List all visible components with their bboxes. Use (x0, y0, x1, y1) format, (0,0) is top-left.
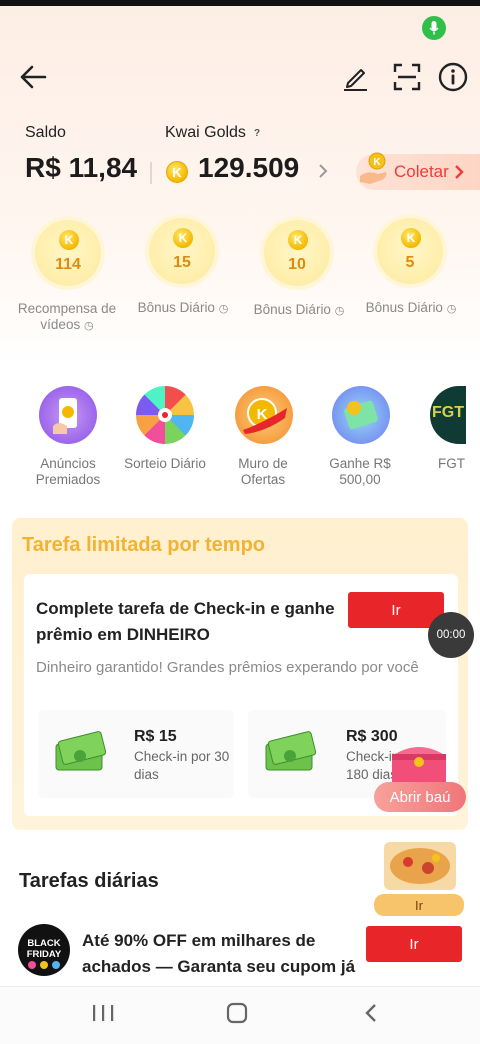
system-back-icon[interactable] (356, 1000, 386, 1026)
bonus-label: Bônus Diário ◷ (253, 302, 345, 317)
limited-task-headline: Complete tarefa de Check-in e ganhe prêm… (36, 599, 335, 644)
daily-task-go-button[interactable]: Ir (366, 926, 462, 962)
coletar-label: Coletar (394, 162, 449, 181)
saldo-label: Saldo (25, 124, 66, 141)
daily-tasks-title: Tarefas diárias (19, 870, 159, 892)
cash-stack-icon (52, 722, 108, 784)
open-chest-button[interactable]: Abrir baú (374, 782, 466, 812)
feature-label: Ganhe R$ 500,00 (329, 456, 391, 487)
reward-amount: R$ 15 (134, 728, 177, 745)
daily-task-text: Até 90% OFF em milhares de achados — Gar… (82, 931, 356, 976)
help-icon[interactable]: ? (254, 128, 266, 140)
kwai-golds-value: 129.509 (198, 152, 300, 183)
back-arrow-icon[interactable] (16, 60, 50, 94)
bonus-value: 15 (173, 254, 191, 271)
bonus-coin-4[interactable]: K 5 (377, 218, 443, 284)
microphone-indicator-icon (422, 16, 446, 40)
chevron-right-icon[interactable] (318, 163, 328, 184)
bonus-value: 5 (405, 254, 415, 271)
treasure-chest-icon[interactable] (386, 736, 452, 788)
bonus-label: Bônus Diário ◷ (365, 300, 457, 315)
gold-coin-icon: K (59, 230, 79, 250)
gold-coin-icon: K (173, 228, 193, 248)
daily-raffle-wheel-icon[interactable] (136, 386, 194, 444)
limited-task-title: Tarefa limitada por tempo (22, 534, 266, 556)
status-bar (0, 0, 480, 6)
gold-coin-icon: K (401, 228, 421, 248)
timer-bubble[interactable]: 00:00 (428, 612, 474, 658)
bonus-coin-2[interactable]: K 15 (149, 218, 215, 284)
limited-task-description: Dinheiro garantido! Grandes prêmios expe… (36, 659, 419, 676)
gold-coin-icon: K (166, 161, 188, 183)
edit-icon[interactable] (338, 60, 372, 94)
reward-subtitle: Check-in por 30 dias (134, 749, 230, 782)
bonus-label: Recompensa de vídeos ◷ (17, 301, 117, 332)
scan-icon[interactable] (390, 60, 424, 94)
hand-coin-icon: K (358, 152, 390, 186)
limited-task-go-button[interactable]: Ir (348, 592, 444, 628)
svg-text:K: K (373, 157, 381, 168)
food-go-button[interactable]: Ir (374, 894, 464, 916)
feature-label: FGT (438, 456, 465, 471)
bonus-coin-1[interactable]: K 114 (35, 220, 101, 286)
feature-label: Muro de Ofertas (238, 456, 288, 487)
home-icon[interactable] (222, 1000, 252, 1026)
recent-apps-icon[interactable] (88, 1000, 118, 1026)
cash-stack-icon (262, 722, 318, 784)
bonus-value: 10 (288, 256, 306, 273)
bonus-value: 114 (55, 256, 81, 273)
coletar-chevron-icon (454, 165, 464, 184)
gold-coin-icon: K (288, 230, 308, 250)
earn-money-icon[interactable] (332, 386, 390, 444)
info-icon[interactable] (436, 60, 470, 94)
feature-label: Anúncios Premiados (35, 456, 101, 487)
offer-wall-icon[interactable]: K (235, 386, 293, 444)
black-friday-avatar: BLACK FRIDAY (18, 924, 70, 976)
premiados-ads-icon[interactable] (39, 386, 97, 444)
divider (150, 162, 152, 184)
bonus-coin-3[interactable]: K 10 (264, 220, 330, 286)
feature-label: Sorteio Diário (124, 456, 206, 471)
kwai-golds-label: Kwai Golds (165, 124, 246, 141)
bonus-label: Bônus Diário ◷ (137, 300, 229, 315)
saldo-value: R$ 11,84 (25, 152, 138, 183)
